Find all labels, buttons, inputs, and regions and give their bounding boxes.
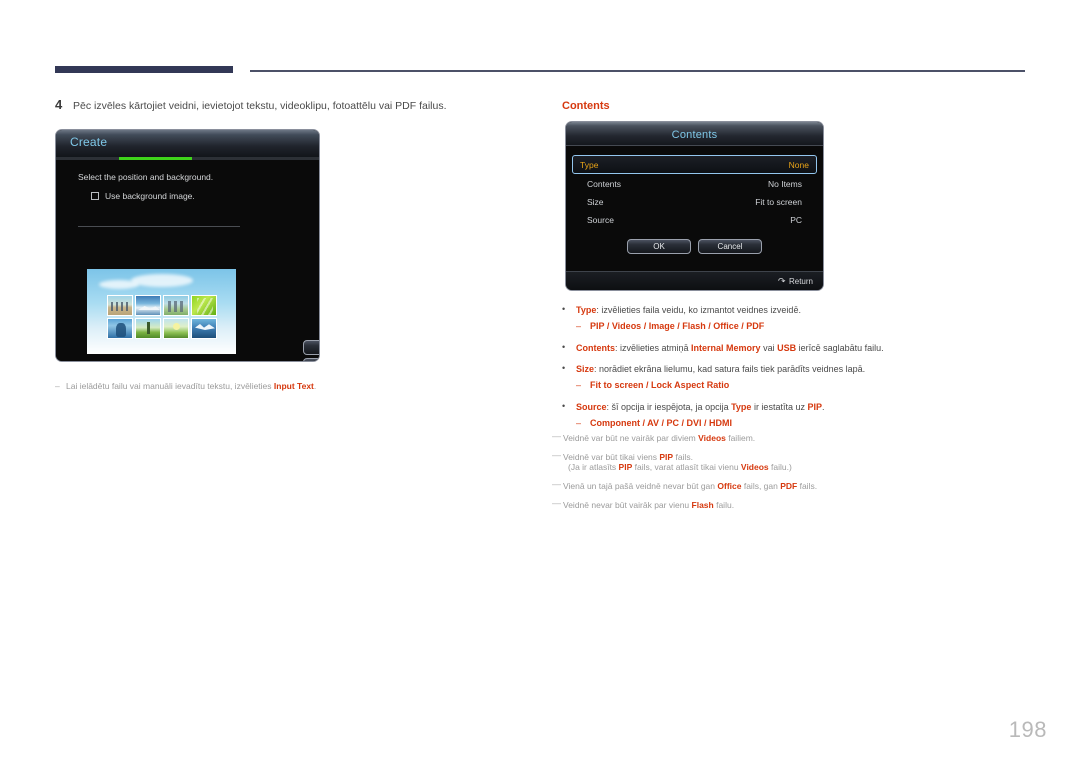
preview-thumbnail (107, 295, 133, 316)
preview-thumbnail (191, 295, 217, 316)
contents-row-size[interactable]: Size Fit to screen (578, 193, 811, 211)
note-dash: – (55, 381, 60, 391)
return-arrow-icon: ↶ (778, 275, 786, 286)
row-label: Contents (587, 179, 622, 189)
bullet-text: Source: šī opcija ir iespējota, ja opcij… (576, 401, 825, 412)
sub-row: – Component / AV / PC / DVI / HDMI (562, 417, 1012, 430)
note-subline: (Ja ir atlasīts PIP fails, varat atlasīt… (568, 462, 792, 472)
bullet-group-type: • Type: izvēlieties faila veidu, ko izma… (562, 304, 1012, 333)
contents-dialog-footer: ↶ Return (566, 271, 823, 290)
bullet-text: Type: izvēlieties faila veidu, ko izmant… (576, 305, 801, 315)
bullet-dot-icon: • (562, 400, 566, 411)
sub-row: – Fit to screen / Lock Aspect Ratio (562, 379, 1012, 392)
bullet-dot-icon: • (562, 341, 566, 352)
preview-thumbnail (135, 318, 161, 339)
sub-dash-icon: – (576, 321, 582, 331)
preview-thumbnail (163, 295, 189, 316)
contents-dialog-title: Contents (671, 129, 718, 141)
row-value: None (788, 159, 809, 170)
create-instruction-label: Select the position and background. (78, 172, 214, 182)
bullet-row: • Source: šī opcija ir iespējota, ja opc… (562, 401, 1012, 414)
note-row: — Veidnē var būt ne vairāk par diviem Vi… (552, 431, 1012, 444)
bullet-row: • Type: izvēlieties faila veidu, ko izma… (562, 304, 1012, 317)
cancel-button[interactable]: Cancel (698, 239, 762, 254)
note-text: Vienā un tajā pašā veidnē nevar būt gan … (563, 481, 818, 491)
ok-button[interactable]: OK (627, 239, 691, 254)
header-rule-thick (55, 66, 233, 73)
note-row: — Veidnē nevar būt vairāk par vienu Flas… (552, 498, 1012, 511)
preview-thumbnail (107, 318, 133, 339)
header-rule-thin (250, 70, 1025, 72)
note-dash-icon: — (552, 498, 561, 508)
use-background-image-checkbox-row[interactable]: Use background image. (91, 191, 195, 201)
bullet-row: • Contents: izvēlieties atmiņā Internal … (562, 342, 1012, 355)
sub-dash-icon: – (576, 417, 582, 428)
contents-row-type[interactable]: Type None (572, 155, 817, 174)
sub-dash-icon: – (576, 380, 582, 390)
create-dialog-title: Create (70, 135, 108, 149)
bullet-row: • Size: norādiet ekrāna lielumu, kad sat… (562, 363, 1012, 376)
contents-option-descriptions: • Type: izvēlieties faila veidu, ko izma… (562, 304, 1012, 438)
note-dash-icon: — (552, 431, 561, 441)
contents-dialog-titlebar: Contents (566, 122, 823, 146)
template-preview-canvas[interactable] (87, 269, 236, 354)
step-instruction: 4 Pēc izvēles kārtojiet veidni, ievietoj… (55, 97, 525, 113)
step-text: Pēc izvēles kārtojiet veidni, ievietojot… (73, 100, 447, 112)
step-number: 4 (55, 97, 63, 112)
sub-row: – PIP / Videos / Image / Flash / Office … (562, 320, 1012, 333)
preview-thumbnail-grid (107, 295, 219, 339)
create-dialog-note: – Lai ielādētu failu vai manuāli ievadīt… (55, 381, 475, 391)
sub-text: Fit to screen / Lock Aspect Ratio (590, 380, 730, 390)
use-background-image-label: Use background image. (105, 191, 195, 201)
row-label: Type (580, 159, 599, 170)
checkbox-icon[interactable] (91, 192, 99, 200)
row-label: Size (587, 197, 604, 207)
template-restriction-notes: — Veidnē var būt ne vairāk par diviem Vi… (552, 431, 1012, 518)
bullet-group-size: • Size: norādiet ekrāna lielumu, kad sat… (562, 363, 1012, 392)
bullet-text: Contents: izvēlieties atmiņā Internal Me… (576, 342, 884, 353)
note-dash-icon: — (552, 479, 561, 489)
note-text: Lai ielādētu failu vai manuāli ievadītu … (66, 381, 317, 391)
create-divider (78, 226, 240, 227)
sub-text: Component / AV / PC / DVI / HDMI (590, 417, 733, 428)
sub-text: PIP / Videos / Image / Flash / Office / … (590, 321, 765, 331)
contents-settings-list: Type None Contents No Items Size Fit to … (566, 147, 823, 229)
bullet-text: Size: norādiet ekrāna lielumu, kad satur… (576, 364, 866, 374)
bullet-group-contents: • Contents: izvēlieties atmiņā Internal … (562, 342, 1012, 355)
page-number: 198 (1008, 717, 1047, 742)
contents-row-contents[interactable]: Contents No Items (578, 175, 811, 193)
contents-section-heading: Contents (562, 100, 610, 112)
note-text: Veidnē var būt ne vairāk par diviem Vide… (563, 433, 756, 443)
cloud-decoration-icon (99, 280, 139, 289)
bullet-dot-icon: • (562, 363, 566, 373)
contents-dialog-buttons: OK Cancel (566, 239, 823, 254)
create-dialog-buttons: Preview Previous Next Cancel (303, 340, 319, 361)
page-header-rules (0, 0, 1080, 90)
preview-thumbnail (135, 295, 161, 316)
bullet-dot-icon: • (562, 304, 566, 314)
cloud-decoration-icon (131, 274, 193, 287)
row-value: PC (790, 215, 802, 225)
note-row: — Vienā un tajā pašā veidnē nevar būt ga… (552, 479, 1012, 492)
create-dialog-titlebar: Create (56, 130, 319, 157)
bullet-group-source: • Source: šī opcija ir iespējota, ja opc… (562, 401, 1012, 430)
return-label: Return (788, 276, 813, 286)
preview-thumbnail (163, 318, 189, 339)
previous-button[interactable]: Previous (303, 358, 319, 361)
create-dialog-body: Select the position and background. Use … (56, 160, 319, 361)
contents-row-source[interactable]: Source PC (578, 211, 811, 229)
create-dialog: Create Select the position and backgroun… (55, 129, 320, 362)
note-dash-icon: — (552, 450, 561, 460)
preview-thumbnail (191, 318, 217, 339)
contents-dialog: Contents Type None Contents No Items Siz… (565, 121, 824, 291)
preview-button[interactable]: Preview (303, 340, 319, 355)
row-label: Source (587, 215, 614, 225)
row-value: No Items (767, 179, 802, 189)
note-text: Veidnē nevar būt vairāk par vienu Flash … (563, 500, 735, 510)
row-value: Fit to screen (755, 197, 802, 207)
